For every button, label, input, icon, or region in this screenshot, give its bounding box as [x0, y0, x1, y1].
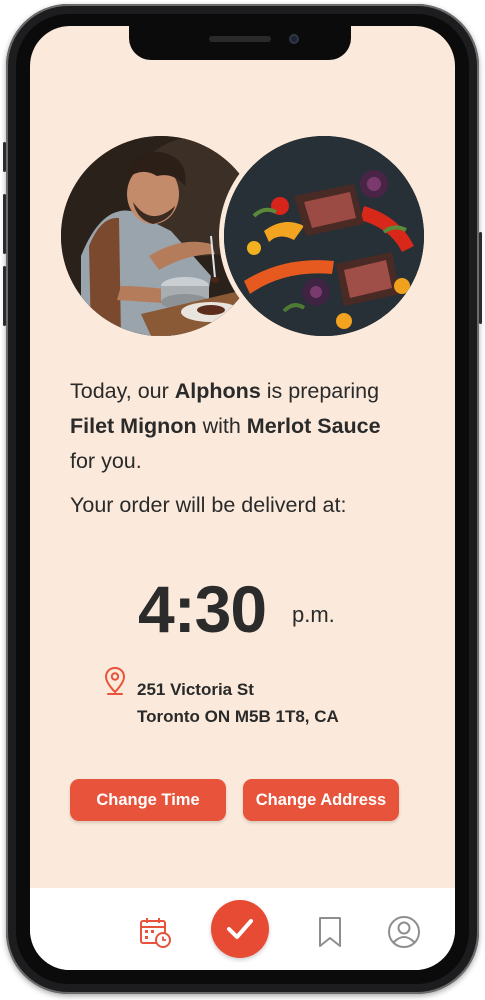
change-address-button[interactable]: Change Address — [243, 779, 399, 821]
profile-icon[interactable] — [387, 915, 421, 949]
mute-switch — [3, 142, 6, 172]
intro-with: with — [196, 414, 247, 438]
delivery-label: Your order will be deliverd at: — [70, 493, 347, 517]
delivery-address: 251 Victoria St Toronto ON M5B 1T8, CA — [137, 676, 339, 730]
speaker-grille — [209, 36, 271, 42]
volume-up-button — [3, 194, 6, 254]
delivery-time: 4:30 — [138, 572, 267, 646]
address-line-1: 251 Victoria St — [137, 680, 254, 699]
check-icon — [227, 919, 253, 939]
intro-middle: is preparing — [260, 379, 380, 403]
bottom-tab-bar — [30, 888, 455, 970]
notch — [129, 26, 351, 60]
dish-name: Filet Mignon — [70, 414, 197, 438]
confirm-order-button[interactable] — [211, 900, 269, 958]
location-pin-icon — [104, 666, 126, 695]
intro-suffix: for you. — [70, 449, 142, 473]
change-time-button[interactable]: Change Time — [70, 779, 226, 821]
app-screen: Today, our Alphons is preparing Filet Mi… — [30, 26, 455, 970]
bookmark-icon[interactable] — [317, 915, 343, 949]
delivery-time-period: p.m. — [292, 602, 335, 627]
volume-down-button — [3, 266, 6, 326]
intro-prefix: Today, our — [70, 379, 175, 403]
filet-mignon-photo — [224, 136, 424, 336]
sauce-name: Merlot Sauce — [246, 414, 381, 438]
preparing-message: Today, our Alphons is preparing Filet Mi… — [70, 374, 440, 479]
front-camera — [289, 34, 299, 44]
calendar-clock-icon[interactable] — [138, 915, 172, 949]
power-button — [479, 232, 482, 324]
address-line-2: Toronto ON M5B 1T8, CA — [137, 707, 339, 726]
chef-name: Alphons — [174, 379, 261, 403]
